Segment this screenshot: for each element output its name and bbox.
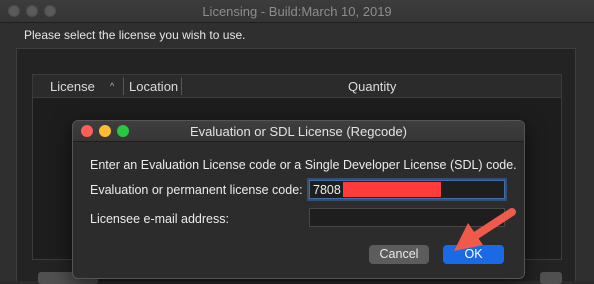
annotation-arrow-icon bbox=[454, 208, 516, 251]
